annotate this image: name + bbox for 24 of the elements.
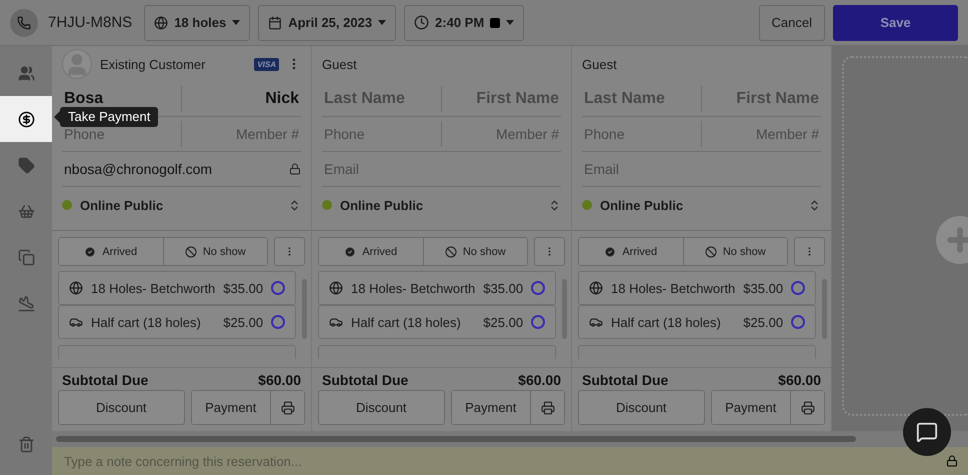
player-type: Guest [322, 56, 357, 72]
reservation-code: 7HJU-M8NS [48, 14, 132, 31]
item-name: Half cart (18 holes) [611, 314, 722, 330]
item-name: 18 Holes- Betchworth [611, 280, 736, 296]
subtotal-label: Subtotal Due [582, 372, 668, 388]
subtotal-amount: $60.00 [778, 372, 821, 388]
subtotal-amount: $60.00 [518, 372, 561, 388]
item-price: $35.00 [483, 280, 524, 296]
item-name: 18 Holes- Betchworth [351, 280, 476, 296]
item-price: $35.00 [223, 280, 264, 296]
item-price: $25.00 [483, 314, 524, 330]
item-price: $25.00 [743, 314, 784, 330]
item-price: $35.00 [743, 280, 784, 296]
card-badge: VISA [254, 58, 279, 70]
item-price: $25.00 [223, 314, 264, 330]
item-name: Half cart (18 holes) [351, 314, 462, 330]
item-name: 18 Holes- Betchworth [91, 280, 216, 296]
subtotal-amount: $60.00 [258, 372, 301, 388]
player-type: Existing Customer [100, 56, 206, 72]
subtotal-label: Subtotal Due [62, 372, 148, 388]
player-type: Guest [582, 56, 617, 72]
item-name: Half cart (18 holes) [91, 314, 202, 330]
subtotal-label: Subtotal Due [322, 372, 408, 388]
tooltip: Take Payment [54, 107, 158, 127]
